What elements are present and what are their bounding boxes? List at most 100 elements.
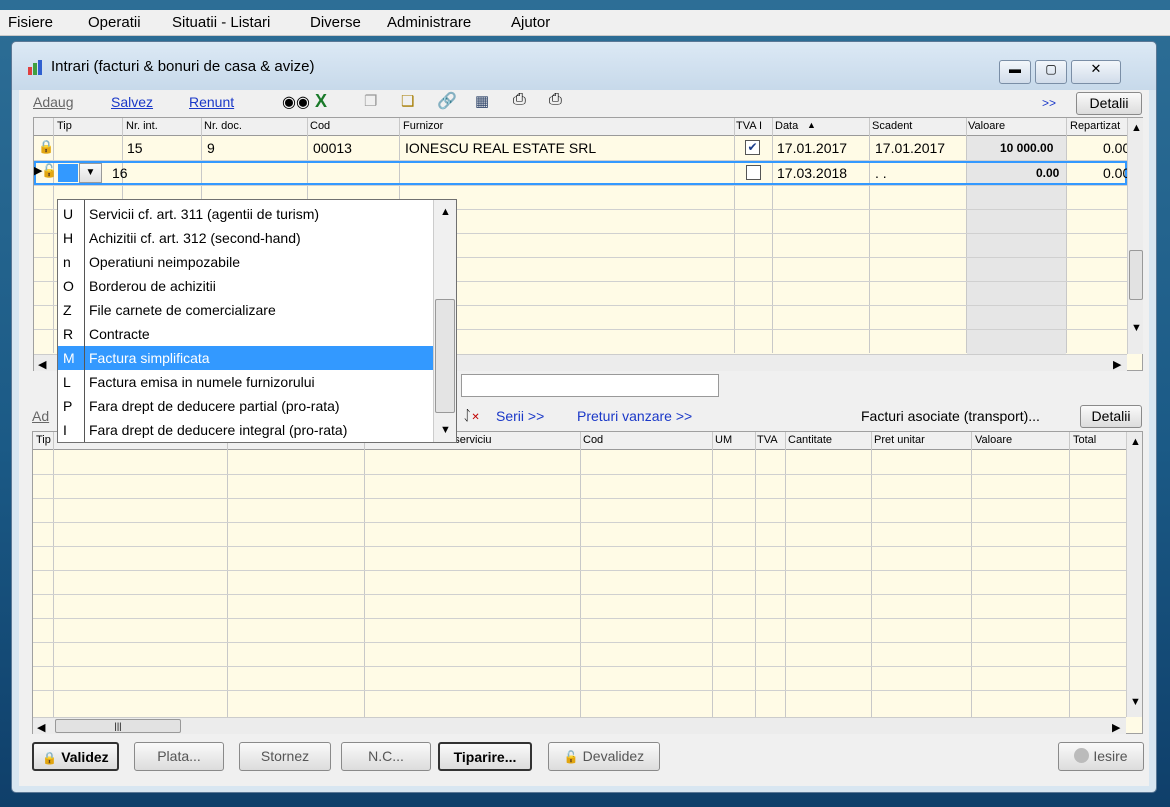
- scroll-left-icon[interactable]: ◀: [37, 721, 45, 734]
- cell-scadent[interactable]: . .: [875, 165, 887, 181]
- col-tva[interactable]: TVA I: [736, 120, 762, 132]
- cancel-link[interactable]: Renunt: [189, 94, 234, 110]
- details-lower-button[interactable]: Detalii: [1080, 405, 1142, 428]
- scroll-left-icon[interactable]: ◀: [38, 358, 46, 371]
- list-item[interactable]: P Fara drept de deducere partial (pro-rat…: [58, 394, 433, 418]
- unlock-icon: 🔓: [41, 163, 58, 178]
- dropdown-arrow-icon[interactable]: ▼: [79, 163, 102, 183]
- list-item[interactable]: L Factura emisa in numele furnizorului: [58, 370, 433, 394]
- maximize-button[interactable]: ▢: [1035, 60, 1067, 84]
- col-nr-doc[interactable]: Nr. doc.: [204, 120, 242, 132]
- cell-data: 17.01.2017: [777, 140, 848, 156]
- cell-cod: 00013: [313, 140, 352, 156]
- cell-valoare[interactable]: 0.00: [1036, 166, 1059, 180]
- nc-button[interactable]: N.C...: [341, 742, 431, 771]
- pay-button[interactable]: Plata...: [134, 742, 224, 771]
- menu-operatii[interactable]: Operatii: [88, 10, 141, 36]
- menu-diverse[interactable]: Diverse: [310, 10, 361, 36]
- col-valoare[interactable]: Valoare: [968, 120, 1005, 132]
- scroll-down-icon[interactable]: ▼: [440, 424, 451, 436]
- scroll-up-icon[interactable]: ▲: [1130, 436, 1141, 448]
- list-item[interactable]: Z File carnete de comercializare: [58, 298, 433, 322]
- tip-dropdown-list[interactable]: U Servicii cf. art. 311 (agentii de turis…: [57, 199, 457, 443]
- col-valoare[interactable]: Valoare: [975, 434, 1012, 446]
- close-button[interactable]: ✕: [1071, 60, 1121, 84]
- minimize-button[interactable]: ▬: [999, 60, 1031, 84]
- list-item[interactable]: I Fara drept de deducere integral (pro-ra…: [58, 418, 433, 442]
- excel-icon[interactable]: X: [315, 91, 327, 112]
- items-hscrollbar[interactable]: ◀ ||| ▶: [33, 717, 1126, 734]
- reverse-button[interactable]: Stornez: [239, 742, 331, 771]
- exit-button[interactable]: Iesire: [1058, 742, 1144, 771]
- more-link[interactable]: >>: [1042, 96, 1056, 110]
- tip-select[interactable]: [58, 164, 78, 182]
- col-cod[interactable]: Cod: [583, 434, 603, 446]
- notes-field[interactable]: [461, 374, 719, 397]
- menu-situatii[interactable]: Situatii - Listari: [172, 10, 270, 36]
- lock-icon: 🔒: [42, 751, 58, 765]
- devalidate-button[interactable]: 🔓 Devalidez: [548, 742, 660, 771]
- list-item[interactable]: O Borderou de achizitii: [58, 274, 433, 298]
- col-cod[interactable]: Cod: [310, 120, 330, 132]
- add-item-link[interactable]: Ad: [32, 408, 49, 424]
- add-link[interactable]: Adaug: [33, 94, 73, 110]
- copy-icon[interactable]: ❐: [364, 92, 377, 110]
- scroll-down-icon[interactable]: ▼: [1130, 696, 1141, 708]
- details-button[interactable]: Detalii: [1076, 92, 1142, 115]
- col-data[interactable]: Data: [775, 120, 798, 132]
- calendar-icon[interactable]: ▦: [475, 92, 489, 110]
- print-icon[interactable]: ⎙: [513, 91, 526, 109]
- scroll-up-icon[interactable]: ▲: [1131, 122, 1142, 134]
- col-tva[interactable]: TVA: [757, 434, 778, 446]
- series-link[interactable]: Serii >>: [496, 408, 544, 424]
- paste-icon[interactable]: ❑: [401, 92, 414, 110]
- items-vscrollbar[interactable]: ▲ ▼: [1126, 432, 1142, 717]
- assoc-invoices-link[interactable]: Facturi asociate (transport)...: [861, 408, 1040, 424]
- print-preview-icon[interactable]: ⎙: [549, 91, 562, 109]
- grid-vscrollbar[interactable]: ▲ ▼: [1127, 118, 1143, 354]
- col-scadent[interactable]: Scadent: [872, 120, 912, 132]
- print-button[interactable]: Tiparire...: [438, 742, 532, 771]
- cell-nr-int[interactable]: 16: [112, 165, 128, 181]
- sort-asc-icon: ▲: [807, 120, 816, 130]
- prices-link[interactable]: Preturi vanzare >>: [577, 408, 692, 424]
- link-icon[interactable]: 🔗: [437, 91, 457, 111]
- menu-ajutor[interactable]: Ajutor: [511, 10, 550, 36]
- col-um[interactable]: UM: [715, 434, 732, 446]
- table-row[interactable]: 🔒 15 9 00013 IONESCU REAL ESTATE SRL ✔ 1…: [34, 136, 1130, 160]
- cell-nr-int: 15: [127, 140, 143, 156]
- app-chart-icon: [27, 58, 45, 76]
- scroll-up-icon[interactable]: ▲: [440, 206, 451, 218]
- col-cantitate[interactable]: Cantitate: [788, 434, 832, 446]
- cell-data[interactable]: 17.03.2018: [777, 165, 847, 181]
- validate-button[interactable]: 🔒 Validez: [32, 742, 119, 771]
- list-item[interactable]: R Contracte: [58, 322, 433, 346]
- col-pret-unitar[interactable]: Pret unitar: [874, 434, 925, 446]
- col-total[interactable]: Total: [1073, 434, 1096, 446]
- menu-fisiere[interactable]: Fisiere: [8, 10, 53, 36]
- col-tip[interactable]: Tip: [36, 434, 51, 446]
- lock-icon: 🔒: [38, 139, 55, 154]
- clear-filter-icon[interactable]: ᛇ✕: [463, 407, 480, 423]
- dropdown-scrollbar[interactable]: ▲ ▼: [433, 200, 456, 442]
- binoculars-icon[interactable]: ◉◉: [282, 92, 310, 112]
- scroll-right-icon[interactable]: ▶: [1113, 358, 1121, 371]
- col-repartizat[interactable]: Repartizat: [1070, 120, 1120, 132]
- dropdown-scroll-thumb[interactable]: [435, 299, 455, 413]
- save-link[interactable]: Salvez: [111, 94, 153, 110]
- list-item[interactable]: n Operatiuni neimpozabile: [58, 250, 433, 274]
- scroll-right-icon[interactable]: ▶: [1112, 721, 1120, 734]
- menu-administrare[interactable]: Administrare: [387, 10, 471, 36]
- list-item[interactable]: U Servicii cf. art. 311 (agentii de turis…: [58, 202, 433, 226]
- tva-checkbox[interactable]: [746, 165, 761, 180]
- col-nr-int[interactable]: Nr. int.: [126, 120, 158, 132]
- col-tip[interactable]: Tip: [57, 120, 72, 132]
- list-item-selected[interactable]: M Factura simplificata: [58, 346, 433, 370]
- hscroll-thumb[interactable]: |||: [55, 719, 181, 733]
- vscroll-thumb[interactable]: [1129, 250, 1143, 300]
- col-furnizor[interactable]: Furnizor: [403, 120, 443, 132]
- tva-checkbox[interactable]: ✔: [745, 140, 760, 155]
- scroll-down-icon[interactable]: ▼: [1131, 322, 1142, 334]
- table-row-editing[interactable]: ▶ 🔓 ▼ 16 17.03.2018 . . 0.00 0.00: [34, 161, 1130, 185]
- list-item[interactable]: H Achizitii cf. art. 312 (second-hand): [58, 226, 433, 250]
